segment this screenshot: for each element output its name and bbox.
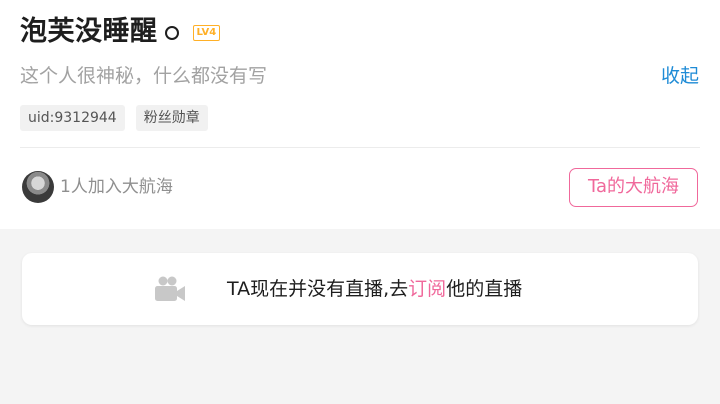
signature-text: 这个人很神秘，什么都没有写 xyxy=(20,65,268,87)
fleet-button[interactable]: Ta的大航海 xyxy=(569,168,698,207)
avatar xyxy=(22,171,54,203)
live-status-prefix: TA现在并没有直播,去 xyxy=(227,278,409,300)
live-status-card: TA现在并没有直播,去订阅他的直播 xyxy=(22,253,698,325)
title-row: 泡芙没睡醒 LV4 xyxy=(20,12,221,52)
username: 泡芙没睡醒 xyxy=(20,16,158,47)
profile-header-card: 泡芙没睡醒 LV4 这个人很神秘，什么都没有写 收起 uid:9312944 粉… xyxy=(0,0,720,229)
camera-icon xyxy=(155,276,185,301)
fleet-summary[interactable]: 1人加入大航海 xyxy=(22,171,173,203)
live-status-suffix: 他的直播 xyxy=(446,278,523,300)
fleet-count-text: 1人加入大航海 xyxy=(60,177,173,197)
subscribe-link[interactable]: 订阅 xyxy=(408,278,446,300)
level-badge: LV4 xyxy=(192,25,221,41)
tag-row: uid:9312944 粉丝勋章 xyxy=(20,105,208,131)
fan-medal-tag[interactable]: 粉丝勋章 xyxy=(135,105,208,131)
collapse-button[interactable]: 收起 xyxy=(661,62,699,90)
divider xyxy=(20,147,700,148)
live-status-message: TA现在并没有直播,去订阅他的直播 xyxy=(227,253,522,325)
uid-tag: uid:9312944 xyxy=(20,105,125,131)
gender-icon xyxy=(164,26,179,40)
